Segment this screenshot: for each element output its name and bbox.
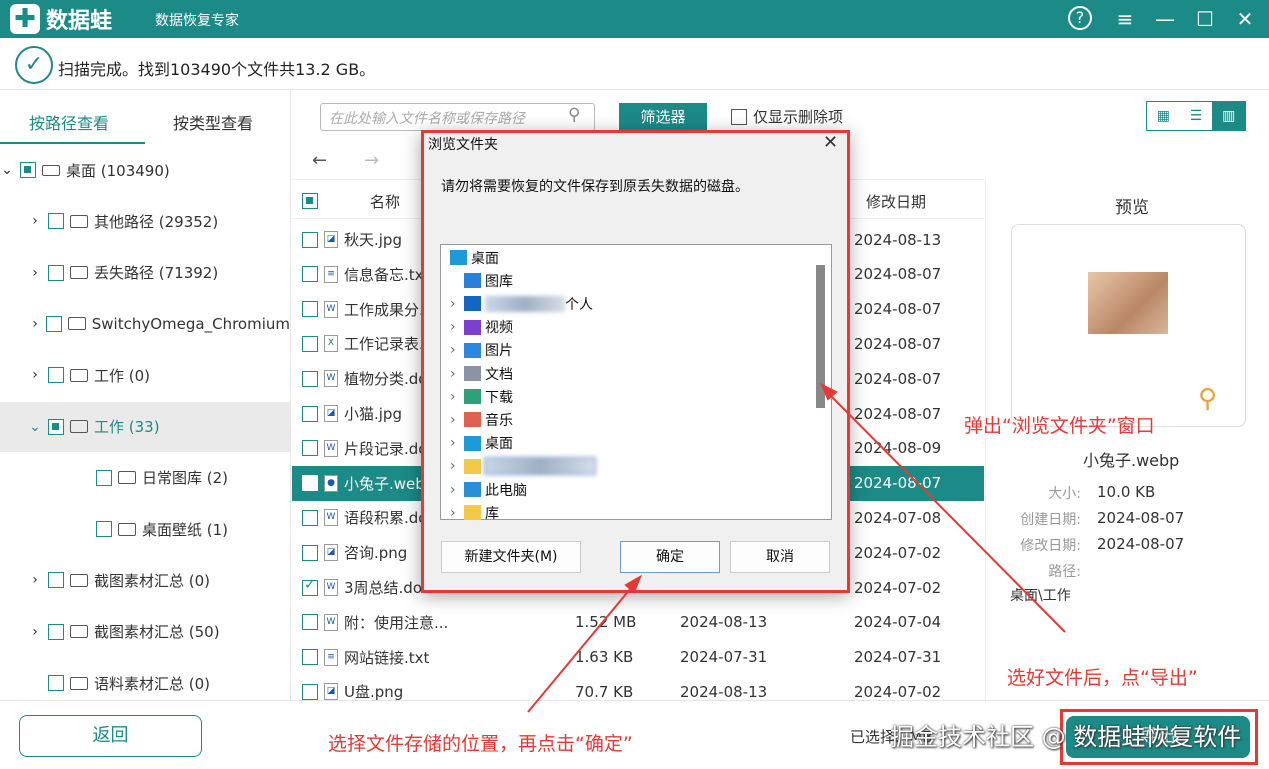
annotation-ok: 选择文件存储的位置，再点击“确定” (328, 733, 633, 755)
annotation-arrows (527, 382, 1066, 713)
annotation-export: 选好文件后，点“导出” (1007, 667, 1198, 689)
annotation-dialog: 弹出“浏览文件夹”窗口 (964, 415, 1155, 437)
arrowhead-ok (624, 574, 642, 594)
arrowhead-scrollbar (820, 382, 838, 401)
arrow-to-ok (527, 581, 637, 713)
